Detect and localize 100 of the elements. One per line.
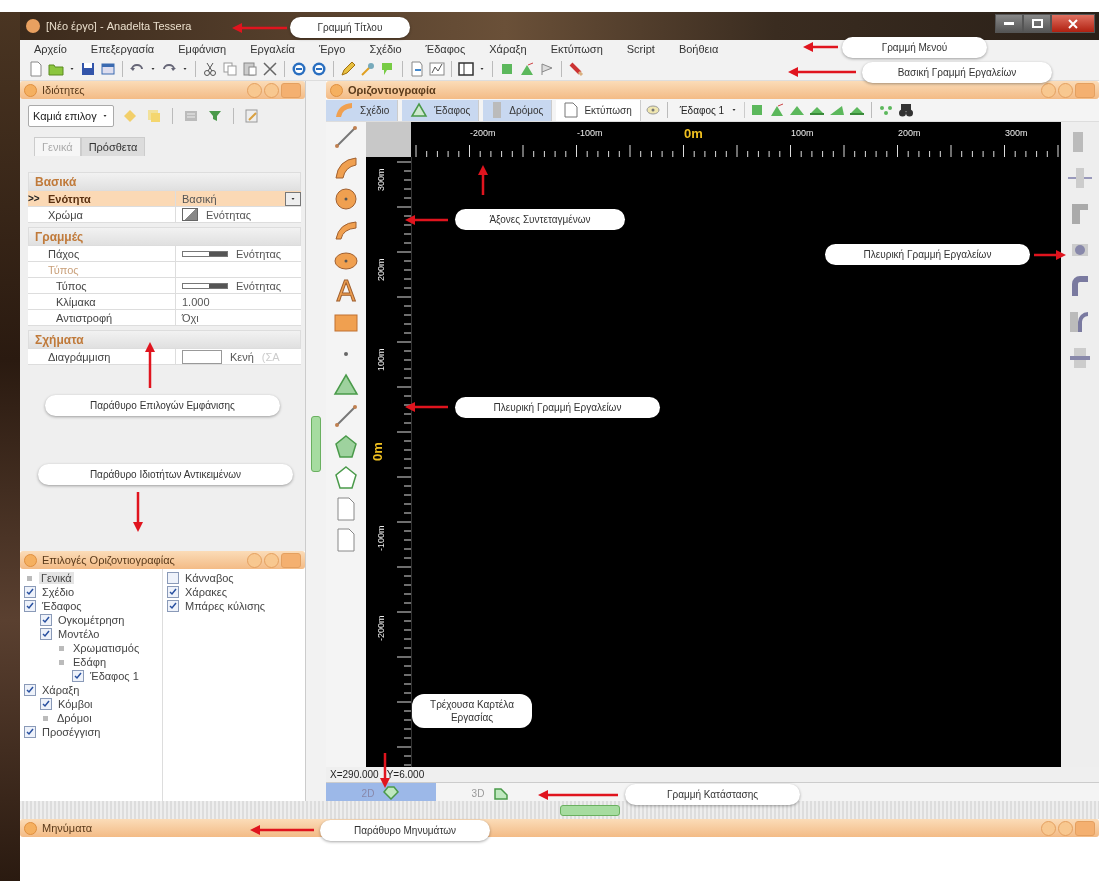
menu-item[interactable]: Έργο xyxy=(318,43,346,55)
bullet-icon xyxy=(27,575,32,581)
menu-item[interactable]: Χάραξη xyxy=(489,43,527,55)
property-row[interactable]: Πάχος Ενότητας xyxy=(28,246,301,262)
menu-item[interactable]: Αρχείο xyxy=(34,43,67,55)
tree-item[interactable]: Προσέγγιση xyxy=(40,726,103,738)
layout-icon[interactable] xyxy=(458,61,474,77)
checkbox[interactable] xyxy=(167,572,179,584)
collapse-button[interactable] xyxy=(1041,82,1056,98)
zoom-out-icon[interactable] xyxy=(311,61,327,77)
new-file-icon[interactable] xyxy=(28,61,44,77)
folder-icon[interactable] xyxy=(48,61,64,77)
tree-item[interactable]: Έδαφος xyxy=(40,600,84,612)
property-row[interactable]: >> Ενότητα Βασική xyxy=(28,191,301,207)
circle-tool-icon[interactable] xyxy=(333,186,359,212)
menu-item[interactable]: Επεξεργασία xyxy=(90,43,155,55)
property-row[interactable]: Τύπος Ενότητας xyxy=(28,278,301,294)
mode-button[interactable]: Εκτύπωση xyxy=(556,99,641,121)
collapse-button[interactable] xyxy=(1041,820,1056,836)
selection-dropdown[interactable]: Καμιά επιλογ xyxy=(28,105,114,127)
tree-item[interactable]: Σχέδιο xyxy=(40,586,77,598)
menu-item[interactable]: Εκτύπωση xyxy=(550,43,603,55)
splitter-handle[interactable] xyxy=(559,804,620,816)
tree-item[interactable]: Μπάρες κύλισης xyxy=(183,600,268,612)
arrow xyxy=(788,67,856,77)
panel-icon xyxy=(24,821,37,835)
checkbox[interactable] xyxy=(24,586,36,598)
tree-item[interactable]: Κόμβοι xyxy=(56,698,95,710)
checkbox[interactable] xyxy=(24,726,36,738)
junction-icon[interactable] xyxy=(1068,346,1092,370)
paste-icon[interactable] xyxy=(242,61,258,77)
property-row[interactable]: Κλίμακα 1.000 xyxy=(28,294,301,310)
drawing-canvas[interactable] xyxy=(412,157,1061,767)
polygon-tool-icon[interactable] xyxy=(333,465,359,491)
tree-item[interactable]: Χάραξη xyxy=(40,684,82,696)
mode-button[interactable]: Έδαφος xyxy=(402,99,480,121)
tree-item[interactable]: Κάνναβος xyxy=(183,572,236,584)
terrain-dropdown[interactable]: Έδαφος 1 xyxy=(673,102,746,118)
save-icon[interactable] xyxy=(80,61,96,77)
tree-item[interactable]: Χρωματισμός xyxy=(71,642,142,654)
tree-item[interactable]: Ογκομέτρηση xyxy=(56,614,127,626)
menu-item[interactable]: Έδαφος xyxy=(425,43,466,55)
tree-item[interactable]: Εδάφη xyxy=(71,656,109,668)
tree-item[interactable]: Δρόμοι xyxy=(55,712,94,724)
line-tool-icon[interactable] xyxy=(333,403,359,429)
checkbox[interactable] xyxy=(24,600,36,612)
splitter-handle[interactable] xyxy=(311,416,321,472)
checkbox[interactable] xyxy=(167,600,179,612)
tree-item[interactable]: Έδαφος 1 xyxy=(88,670,141,682)
menu-item[interactable]: Script xyxy=(626,43,655,55)
mode-button[interactable]: Σχέδιο xyxy=(326,99,399,121)
checkbox[interactable] xyxy=(40,698,52,710)
close-button[interactable] xyxy=(1051,14,1095,33)
property-row[interactable]: Αντιστροφή Όχι xyxy=(28,310,301,326)
pentagon-tool-icon[interactable] xyxy=(333,434,359,460)
minimize-button[interactable] xyxy=(995,14,1023,33)
list-icon[interactable] xyxy=(182,108,199,124)
crossing-icon[interactable] xyxy=(1068,166,1092,190)
line-tool-icon[interactable] xyxy=(333,124,359,150)
brush-icon[interactable] xyxy=(568,61,584,77)
pencil-icon[interactable] xyxy=(340,61,356,77)
tree-item[interactable]: Γενικά xyxy=(39,572,74,584)
menu-item[interactable]: Εμφάνιση xyxy=(178,43,227,55)
terrain-edit-icon[interactable] xyxy=(769,102,786,118)
dropdown-button[interactable] xyxy=(285,191,301,206)
menu-item[interactable]: Βοήθεια xyxy=(678,43,719,55)
collapse-button[interactable] xyxy=(247,82,262,98)
mode-button[interactable]: Δρόμος xyxy=(483,99,553,121)
maximize-button[interactable] xyxy=(1023,14,1051,33)
property-row[interactable]: Χρώμα Ενότητας xyxy=(28,207,301,223)
checkbox[interactable] xyxy=(40,614,52,626)
flag-icon[interactable] xyxy=(539,61,555,77)
pick-icon[interactable] xyxy=(360,61,376,77)
checkbox[interactable] xyxy=(167,586,179,598)
triangle-icon xyxy=(410,102,429,118)
filter-icon[interactable] xyxy=(206,108,223,124)
window-icon[interactable] xyxy=(100,61,116,77)
copy-icon[interactable] xyxy=(222,61,238,77)
checkbox[interactable] xyxy=(24,684,36,696)
chart-icon[interactable] xyxy=(429,61,445,77)
terrain-edit-icon[interactable] xyxy=(519,61,535,77)
tree-item[interactable]: Χάρακες xyxy=(183,586,230,598)
document-icon[interactable] xyxy=(409,61,425,77)
arc-tool-icon[interactable] xyxy=(333,155,359,181)
delete-icon[interactable] xyxy=(262,61,278,77)
triangle-tool-icon[interactable] xyxy=(333,372,359,398)
menu-item[interactable]: Σχέδιο xyxy=(369,43,402,55)
collapse-button[interactable] xyxy=(247,552,262,568)
fill-swatch[interactable] xyxy=(182,349,222,364)
view-icon[interactable] xyxy=(644,102,661,118)
tab[interactable]: Πρόσθετα xyxy=(80,137,146,156)
tree-item[interactable]: Μοντέλο xyxy=(56,628,102,640)
edit-icon[interactable] xyxy=(243,108,260,124)
scissors-icon[interactable] xyxy=(202,61,218,77)
menu-item[interactable]: Εργαλεία xyxy=(250,43,295,55)
checkbox[interactable] xyxy=(40,628,52,640)
binoculars-icon[interactable] xyxy=(898,102,915,118)
checkbox[interactable] xyxy=(72,670,84,682)
terrain-icon[interactable] xyxy=(499,61,515,77)
color-swatch[interactable] xyxy=(182,208,198,221)
